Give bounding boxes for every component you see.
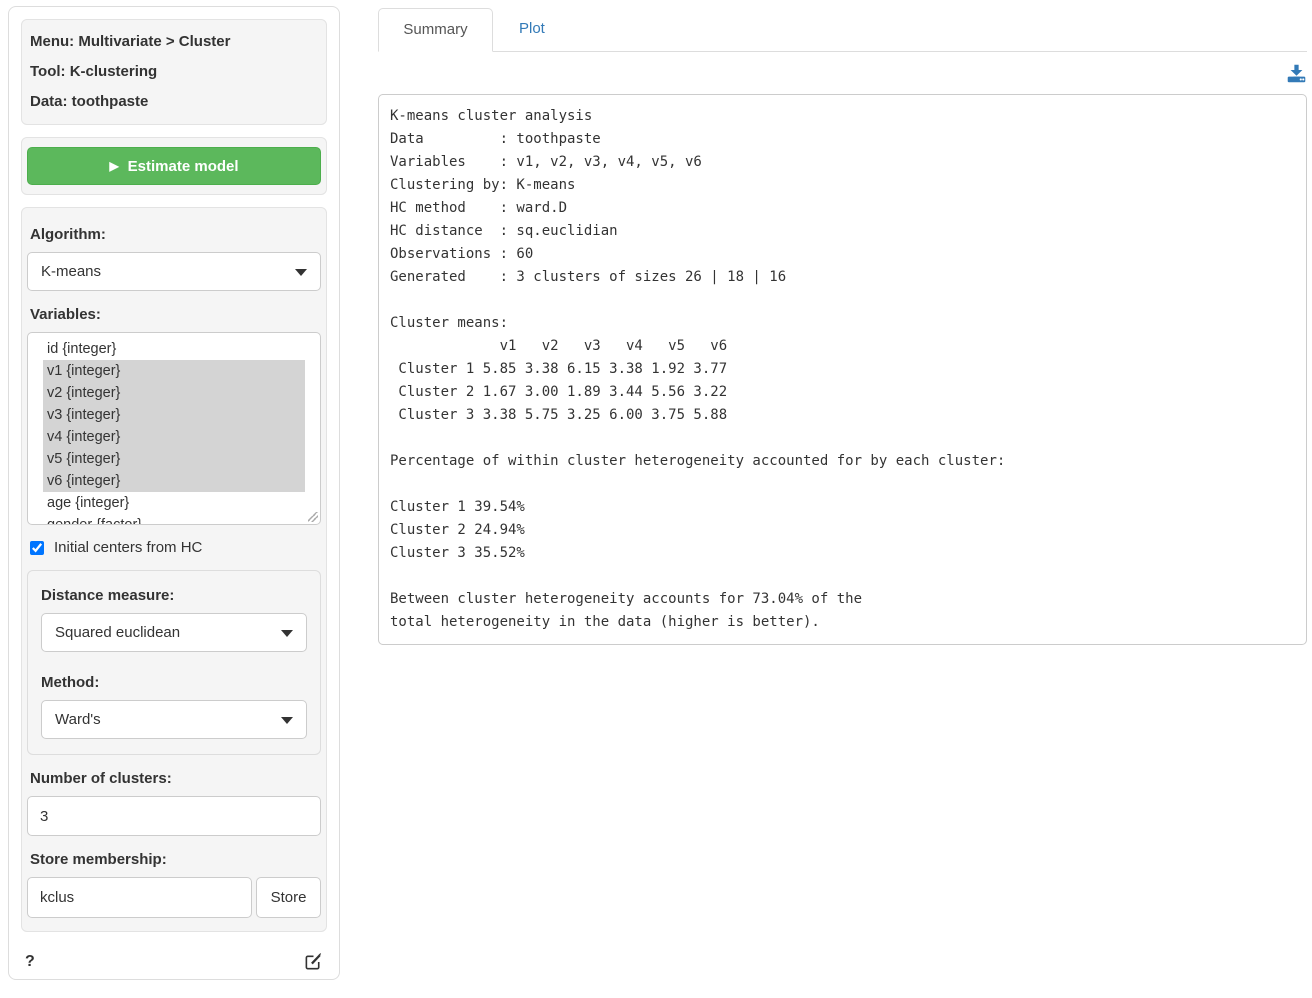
variable-option[interactable]: v3 {integer}: [43, 404, 305, 426]
summary-output: K-means cluster analysis Data : toothpas…: [378, 94, 1307, 645]
download-icon[interactable]: [1287, 64, 1306, 83]
distance-measure-select[interactable]: Squared euclidean: [41, 613, 307, 652]
algorithm-selected-value: K-means: [41, 263, 101, 280]
algorithm-select[interactable]: K-means: [27, 252, 321, 291]
store-membership-input[interactable]: [27, 877, 252, 918]
variable-option[interactable]: age {integer}: [43, 492, 305, 514]
variable-option[interactable]: id {integer}: [43, 338, 305, 360]
initial-centers-checkbox[interactable]: [30, 541, 44, 555]
tab-plot[interactable]: Plot: [493, 8, 571, 51]
variable-option[interactable]: gender {factor}: [43, 514, 305, 525]
data-label: Data: toothpaste: [30, 93, 318, 110]
menu-breadcrumb: Menu: Multivariate > Cluster: [30, 33, 318, 50]
chevron-down-icon: [281, 630, 293, 637]
page: Menu: Multivariate > Cluster Tool: K-clu…: [0, 0, 1312, 980]
method-label: Method:: [41, 674, 307, 691]
initial-centers-row: Initial centers from HC: [30, 539, 321, 556]
toolbar-row: [378, 52, 1307, 94]
method-select[interactable]: Ward's: [41, 700, 307, 739]
edit-report-icon[interactable]: [304, 952, 323, 971]
variables-listbox[interactable]: id {integer}v1 {integer}v2 {integer}v3 {…: [27, 332, 321, 525]
help-icon[interactable]: ?: [25, 953, 35, 971]
variables-label: Variables:: [30, 306, 321, 323]
estimate-panel: ▶ Estimate model: [21, 137, 327, 195]
store-row: Store: [27, 877, 321, 918]
algorithm-label: Algorithm:: [30, 226, 321, 243]
store-membership-label: Store membership:: [30, 851, 321, 868]
chevron-down-icon: [281, 717, 293, 724]
variable-option[interactable]: v4 {integer}: [43, 426, 305, 448]
cluster-settings-panel: Algorithm: K-means Variables: id {intege…: [21, 207, 327, 932]
tab-summary[interactable]: Summary: [378, 8, 493, 52]
number-of-clusters-input[interactable]: [27, 796, 321, 836]
sidebar-footer: ?: [21, 944, 327, 973]
main-panel: Summary Plot K-means cluster analysis Da…: [378, 8, 1307, 645]
variable-option[interactable]: v6 {integer}: [43, 470, 305, 492]
estimate-model-button[interactable]: ▶ Estimate model: [27, 147, 321, 185]
sidebar: Menu: Multivariate > Cluster Tool: K-clu…: [8, 6, 340, 980]
resize-handle-icon[interactable]: [308, 512, 318, 522]
variable-option[interactable]: v5 {integer}: [43, 448, 305, 470]
distance-selected-value: Squared euclidean: [55, 624, 180, 641]
hc-options-panel: Distance measure: Squared euclidean Meth…: [27, 570, 321, 755]
model-info-panel: Menu: Multivariate > Cluster Tool: K-clu…: [21, 19, 327, 125]
distance-measure-label: Distance measure:: [41, 587, 307, 604]
chevron-down-icon: [295, 269, 307, 276]
tool-label: Tool: K-clustering: [30, 63, 318, 80]
variable-option[interactable]: v1 {integer}: [43, 360, 305, 382]
method-selected-value: Ward's: [55, 711, 101, 728]
variable-option[interactable]: v2 {integer}: [43, 382, 305, 404]
tab-bar: Summary Plot: [378, 8, 1307, 52]
play-icon: ▶: [109, 160, 118, 172]
number-of-clusters-label: Number of clusters:: [30, 770, 321, 787]
initial-centers-label[interactable]: Initial centers from HC: [54, 539, 202, 556]
store-button[interactable]: Store: [256, 877, 321, 918]
estimate-model-label: Estimate model: [128, 158, 239, 175]
